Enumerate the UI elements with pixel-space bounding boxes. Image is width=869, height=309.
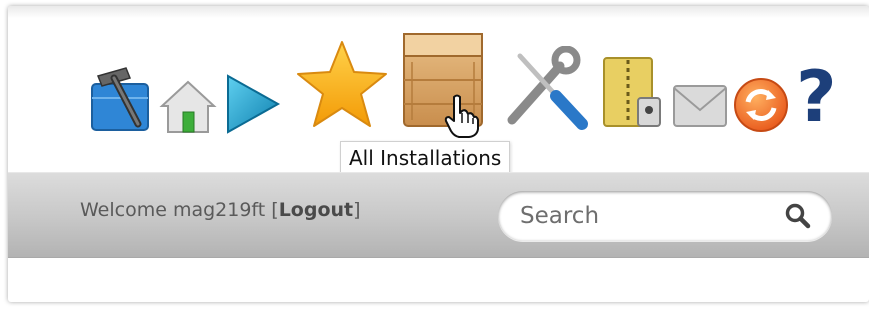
play-icon[interactable] [222,72,282,136]
help-icon[interactable]: ? [796,62,837,132]
search-box [498,191,832,241]
search-icon[interactable] [784,202,812,230]
tooltip: All Installations [340,141,511,175]
archive-icon[interactable] [598,52,668,132]
panel-top-fade [8,6,869,18]
home-icon[interactable] [158,76,218,136]
mail-icon[interactable] [670,80,730,132]
welcome-suffix: ] [353,199,361,221]
box-icon[interactable] [400,30,486,130]
welcome-text: Welcome mag219ft [Logout] [80,199,361,221]
logout-link[interactable]: Logout [279,199,353,221]
tools-icon[interactable] [86,64,158,136]
wrench-screwdriver-icon[interactable] [502,46,592,130]
welcome-prefix: Welcome mag219ft [ [80,199,279,221]
search-input[interactable] [520,197,770,235]
star-icon[interactable] [294,38,390,130]
toolbar-panel: ? All Installations Welcome mag219ft [Lo… [8,6,869,302]
refresh-icon[interactable] [732,76,790,134]
